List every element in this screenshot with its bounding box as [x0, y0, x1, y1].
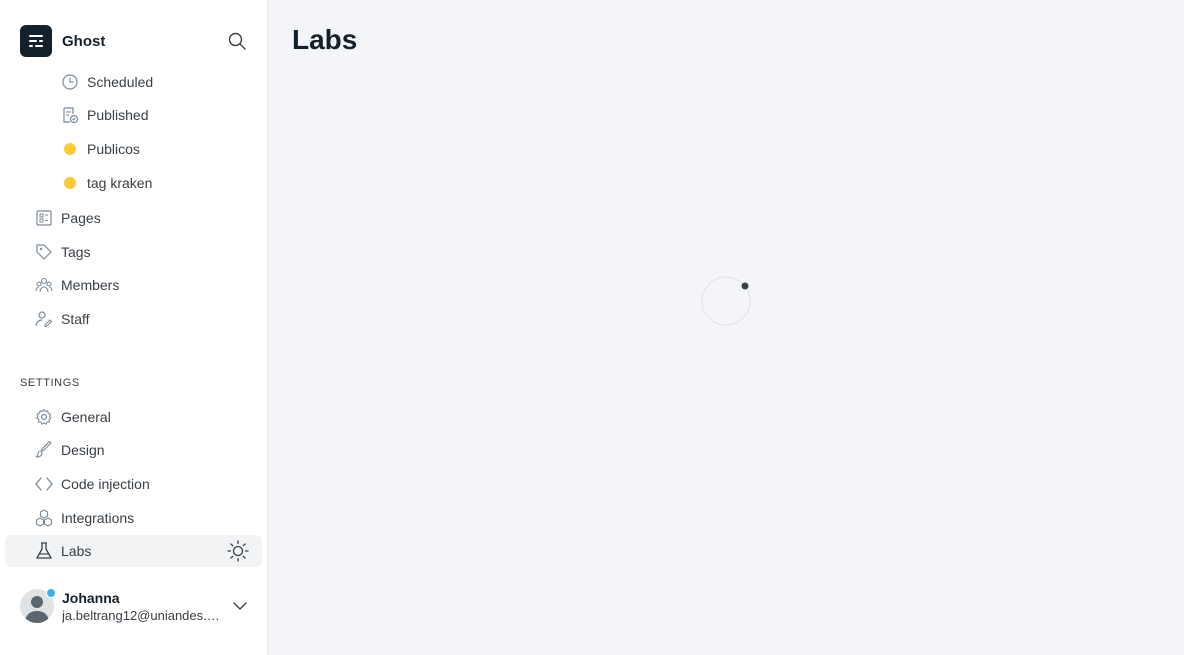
loading-spinner [701, 276, 751, 326]
clock-icon [61, 73, 79, 91]
sidebar-item-tag-kraken[interactable]: tag kraken [61, 168, 152, 198]
chevron-down-icon[interactable] [232, 598, 248, 614]
sidebar-item-label: Publicos [87, 141, 140, 157]
search-icon[interactable] [227, 31, 247, 51]
published-doc-icon [61, 106, 79, 124]
sidebar-item-integrations[interactable]: Integrations [35, 503, 134, 533]
sidebar-item-code-injection[interactable]: Code injection [35, 469, 150, 499]
integrations-icon [35, 509, 53, 527]
sidebar-item-staff[interactable]: Staff [35, 304, 90, 334]
sidebar-item-design[interactable]: Design [35, 435, 105, 465]
gear-icon [35, 408, 53, 426]
staff-icon [35, 310, 53, 328]
sidebar-item-label: Published [87, 107, 149, 123]
sidebar-item-labs[interactable]: Labs [35, 536, 91, 566]
sidebar-item-pages[interactable]: Pages [35, 203, 101, 233]
user-name: Johanna [62, 589, 120, 606]
online-status-dot [46, 588, 56, 598]
settings-section-title: SETTINGS [20, 377, 80, 389]
sidebar-item-general[interactable]: General [35, 402, 111, 432]
tag-dot-icon [61, 174, 79, 192]
sidebar-item-label: Members [61, 277, 120, 293]
sidebar-item-tags[interactable]: Tags [35, 237, 91, 267]
sidebar-item-published[interactable]: Published [61, 100, 149, 130]
page-title: Labs [292, 24, 358, 55]
sidebar-item-label: Integrations [61, 510, 135, 526]
tag-dot-icon [61, 140, 79, 158]
brand-name: Ghost [62, 32, 106, 50]
user-email: ja.beltrang12@uniandes.e... [62, 607, 224, 623]
sidebar: Ghost Scheduled Published Publicos tag k… [0, 0, 268, 655]
sidebar-item-label: Tags [61, 244, 91, 260]
sidebar-item-label: Design [61, 442, 105, 458]
sidebar-item-members[interactable]: Members [35, 270, 119, 300]
sidebar-item-publicos[interactable]: Publicos [61, 134, 140, 164]
sun-icon[interactable] [227, 540, 249, 562]
flask-icon [35, 542, 53, 560]
sidebar-item-scheduled[interactable]: Scheduled [61, 67, 153, 97]
members-icon [35, 276, 53, 294]
sidebar-item-label: General [61, 409, 111, 425]
sidebar-item-label: Pages [61, 210, 101, 226]
sidebar-item-label: tag kraken [87, 175, 153, 191]
sidebar-item-label: Labs [61, 543, 92, 559]
sidebar-item-label: Scheduled [87, 74, 154, 90]
brush-icon [35, 441, 53, 459]
sidebar-item-label: Code injection [61, 476, 150, 492]
ghost-logo-icon [20, 25, 52, 57]
code-icon [35, 475, 53, 493]
tag-icon [35, 243, 53, 261]
pages-icon [35, 209, 53, 227]
brand[interactable]: Ghost [20, 25, 105, 57]
sidebar-item-label: Staff [61, 311, 90, 327]
